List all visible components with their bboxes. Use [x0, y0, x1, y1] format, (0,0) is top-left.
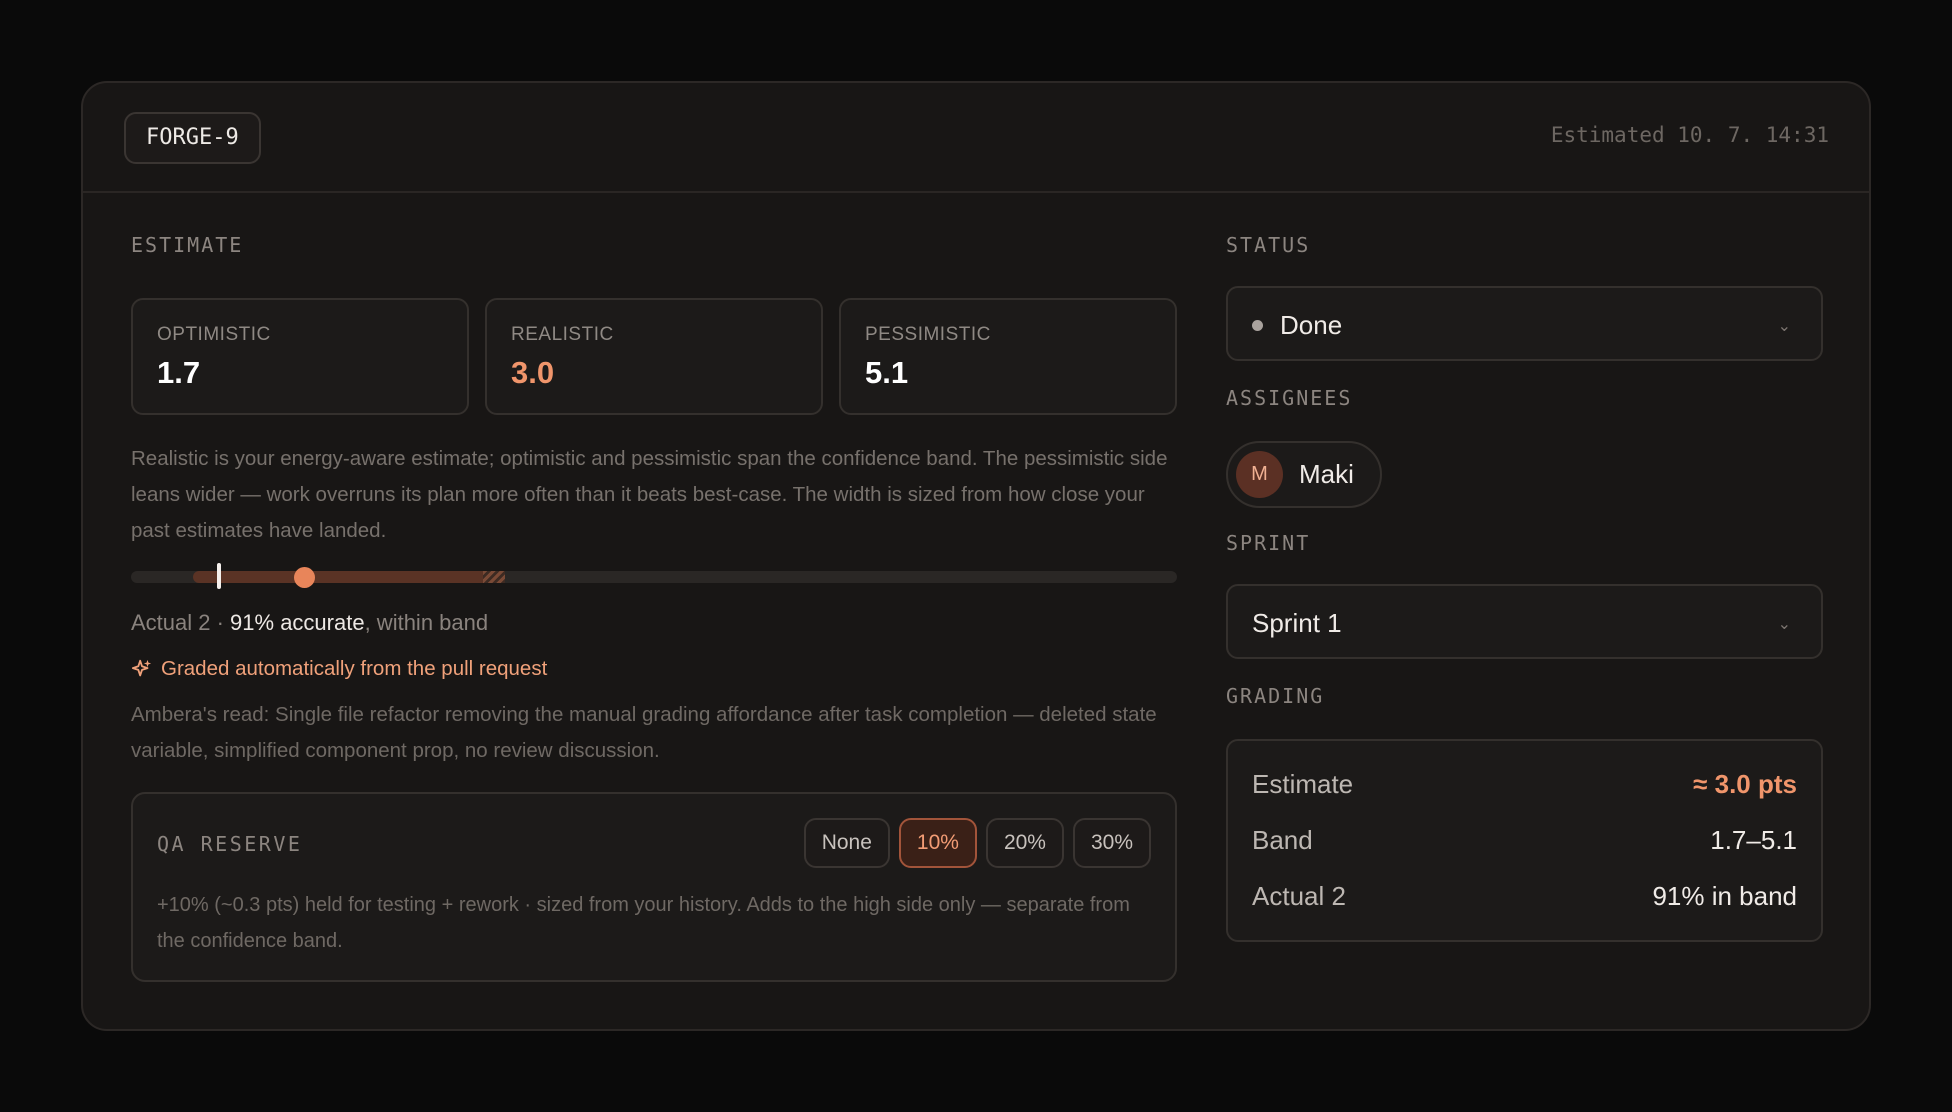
- grading-section-label: GRADING: [1226, 684, 1325, 708]
- realistic-value: 3.0: [511, 355, 555, 390]
- grading-key: Estimate: [1252, 769, 1354, 799]
- sprint-value: Sprint 1: [1252, 608, 1342, 638]
- status-dot-icon: [1252, 320, 1263, 331]
- status-value: Done: [1280, 310, 1343, 340]
- grading-value: 1.7–5.1: [1710, 825, 1797, 855]
- grading-value: 91% in band: [1652, 881, 1797, 911]
- qa-reserve-label: QA RESERVE: [157, 832, 303, 856]
- qa-option-10[interactable]: 10%: [898, 818, 977, 868]
- grading-key: Actual 2: [1252, 881, 1346, 911]
- assignees-section-label: ASSIGNEES: [1226, 386, 1353, 410]
- optimistic-estimate-box: OPTIMISTIC 1.7: [131, 298, 469, 415]
- grading-panel: Estimate ≈ 3.0 pts Band 1.7–5.1 Actual 2…: [1226, 739, 1823, 942]
- grading-key: Band: [1252, 825, 1313, 855]
- grading-row-actual: Actual 2 91% in band: [1252, 881, 1797, 912]
- chevron-down-icon: ⌄: [1777, 318, 1791, 335]
- estimate-description: Realistic is your energy-aware estimate;…: [131, 447, 1168, 542]
- assignee-name: Maki: [1299, 459, 1354, 489]
- graded-automatically-note: Graded automatically from the pull reque…: [131, 657, 547, 681]
- sparkle-icon: [131, 659, 152, 677]
- accuracy-prefix: Actual 2 ·: [131, 610, 231, 635]
- chevron-down-icon: ⌄: [1777, 616, 1791, 633]
- confidence-band: [193, 571, 493, 583]
- accuracy-highlight: 91% accurate: [230, 610, 365, 635]
- realistic-label: REALISTIC: [511, 324, 614, 345]
- accuracy-suffix: , within band: [364, 610, 489, 635]
- qa-reserve-description: +10% (~0.3 pts) held for testing + rewor…: [157, 894, 1130, 952]
- task-estimate-card: FORGE-9 Estimated 10. 7. 14:31 ESTIMATE …: [81, 81, 1871, 1031]
- realistic-estimate-box: REALISTIC 3.0: [485, 298, 823, 415]
- ticket-id-badge[interactable]: FORGE-9: [124, 112, 261, 164]
- qa-option-30[interactable]: 30%: [1072, 818, 1151, 868]
- sprint-section-label: SPRINT: [1226, 531, 1311, 555]
- pessimistic-estimate-box: PESSIMISTIC 5.1: [839, 298, 1177, 415]
- status-section-label: STATUS: [1226, 233, 1311, 257]
- actual-marker: [217, 563, 221, 589]
- qa-reserve-extension: [483, 571, 505, 583]
- optimistic-label: OPTIMISTIC: [157, 324, 271, 345]
- graded-text: Graded automatically from the pull reque…: [161, 657, 548, 680]
- assignee-chip[interactable]: M Maki: [1226, 441, 1382, 508]
- accuracy-summary: Actual 2 · 91% accurate, within band: [131, 610, 488, 636]
- grading-row-band: Band 1.7–5.1: [1252, 825, 1797, 856]
- estimated-timestamp: Estimated 10. 7. 14:31: [1550, 123, 1829, 147]
- qa-reserve-options: None 10% 20% 30%: [803, 818, 1151, 868]
- qa-reserve-panel: QA RESERVE None 10% 20% 30% +10% (~0.3 p…: [131, 792, 1177, 982]
- qa-option-none[interactable]: None: [803, 818, 890, 868]
- grading-row-estimate: Estimate ≈ 3.0 pts: [1252, 769, 1797, 800]
- optimistic-value: 1.7: [157, 355, 201, 390]
- status-select[interactable]: Done ⌄: [1226, 286, 1823, 361]
- avatar: M: [1236, 451, 1283, 498]
- estimate-section-label: ESTIMATE: [131, 233, 244, 257]
- card-header: FORGE-9 Estimated 10. 7. 14:31: [83, 83, 1869, 193]
- pessimistic-value: 5.1: [865, 355, 909, 390]
- grading-value: ≈ 3.0 pts: [1693, 769, 1797, 799]
- qa-option-20[interactable]: 20%: [985, 818, 1064, 868]
- realistic-marker[interactable]: [294, 567, 315, 588]
- sprint-select[interactable]: Sprint 1 ⌄: [1226, 584, 1823, 659]
- ai-read-text: Ambera's read: Single file refactor remo…: [131, 703, 1157, 762]
- pessimistic-label: PESSIMISTIC: [865, 324, 991, 345]
